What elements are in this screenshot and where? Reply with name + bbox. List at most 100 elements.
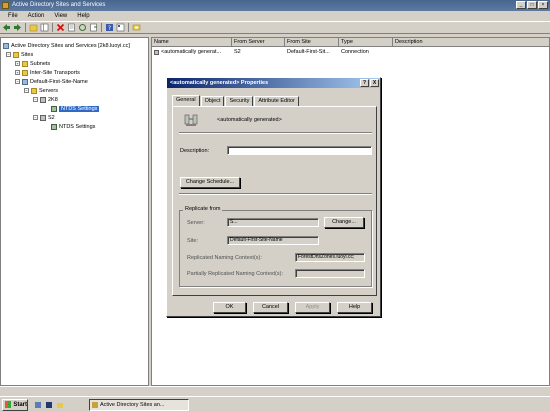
explorer-icon[interactable] [56, 401, 64, 409]
replicated-naming-context-field: ForestDnsZones.luoyi.cc; [295, 253, 365, 262]
row-type: Connection [341, 49, 369, 55]
new-connection-icon[interactable] [132, 23, 141, 32]
close-window-button[interactable]: × [538, 1, 548, 9]
tree-item-sites[interactable]: − Sites [6, 50, 33, 59]
up-folder-icon[interactable] [29, 23, 38, 32]
column-header-type[interactable]: Type [339, 38, 393, 47]
app-icon [2, 2, 9, 9]
site-icon [22, 78, 28, 85]
tree-item-ntds-settings-2k8[interactable]: NTDS Settings [51, 104, 100, 113]
apply-button[interactable]: Apply [295, 302, 330, 313]
minimize-button[interactable]: _ [516, 1, 526, 9]
tree-item-inter-site-transports[interactable]: + Inter-Site Transports [15, 68, 80, 77]
show-tree-icon[interactable] [40, 23, 49, 32]
toolbar-separator [25, 23, 26, 32]
app-icon [92, 402, 98, 408]
tab-security[interactable]: Security [225, 96, 254, 106]
collapse-icon[interactable]: − [24, 88, 29, 93]
refresh-icon[interactable] [78, 23, 87, 32]
powershell-icon[interactable] [45, 401, 53, 409]
row-from-server: S2 [234, 49, 241, 55]
tree-item-server-2k8[interactable]: − 2K8 [33, 95, 58, 104]
export-list-icon[interactable] [89, 23, 98, 32]
tree-root-label: Active Directory Sites and Services [2k8… [11, 42, 130, 49]
connection-object-icon [184, 114, 198, 126]
row-description [395, 48, 545, 56]
menu-file[interactable]: File [3, 13, 23, 19]
tree-item-label: NTDS Settings [59, 123, 96, 130]
maximize-button[interactable]: □ [527, 1, 537, 9]
view-icon[interactable] [116, 23, 125, 32]
tree-item-label: 2K8 [48, 96, 58, 103]
tab-general[interactable]: General [172, 95, 200, 106]
taskbar-item-label: Active Directory Sites an... [100, 402, 165, 408]
server-manager-icon[interactable] [34, 401, 42, 409]
folder-icon [31, 87, 37, 94]
menu-view[interactable]: View [49, 13, 72, 19]
svg-text:?: ? [108, 25, 111, 32]
site-field: Default-First-Site-Name [227, 236, 319, 245]
collapse-icon[interactable]: − [33, 97, 38, 102]
expand-icon[interactable]: + [15, 61, 20, 66]
tree-item-servers[interactable]: − Servers [24, 86, 58, 95]
tree-item-server-s2[interactable]: − S2 [33, 113, 55, 122]
tree-item-subnets[interactable]: + Subnets [15, 59, 50, 68]
column-header-from-server[interactable]: From Server [232, 38, 285, 47]
menu-bar: File Action View Help [0, 11, 550, 21]
taskbar-item-ad-sites[interactable]: Active Directory Sites an... [89, 399, 189, 411]
change-schedule-button[interactable]: Change Schedule... [180, 177, 240, 188]
collapse-icon[interactable]: − [33, 115, 38, 120]
collapse-icon[interactable]: − [6, 52, 11, 57]
change-server-button[interactable]: Change... [324, 217, 364, 228]
ntds-settings-icon [51, 123, 57, 130]
toolbar-separator [128, 23, 129, 32]
column-header-name[interactable]: Name [152, 38, 232, 47]
description-input[interactable] [227, 146, 372, 155]
menu-help[interactable]: Help [72, 13, 94, 19]
ok-button[interactable]: OK [213, 302, 246, 313]
collapse-icon[interactable]: − [15, 79, 20, 84]
tree-item-label: NTDS Settings [59, 105, 100, 112]
tree-item-default-site[interactable]: − Default-First-Site-Name [15, 77, 88, 86]
object-name: <automatically generated> [217, 117, 282, 123]
toolbar-separator [101, 23, 102, 32]
delete-icon[interactable] [56, 23, 65, 32]
server-icon [40, 114, 46, 121]
dialog-help-button[interactable]: ? [360, 79, 369, 87]
toolbar-separator [52, 23, 53, 32]
back-arrow-icon[interactable] [2, 23, 11, 32]
properties-icon[interactable] [67, 23, 76, 32]
dialog-close-button[interactable]: X [370, 79, 379, 87]
tab-attribute-editor[interactable]: Attribute Editor [254, 96, 299, 106]
column-header-from-site[interactable]: From Site [285, 38, 339, 47]
row-from-site: Default-First-Sit... [287, 49, 330, 55]
cancel-button[interactable]: Cancel [253, 302, 288, 313]
table-row[interactable]: <automatically generat... [154, 48, 232, 56]
start-button[interactable]: Start [2, 398, 28, 411]
tree-item-label: Inter-Site Transports [30, 69, 80, 76]
tree-pane[interactable]: Active Directory Sites and Services [2k8… [0, 37, 149, 386]
folder-icon [22, 60, 28, 67]
tree-item-label: S2 [48, 114, 55, 121]
tree-item-label: Default-First-Site-Name [30, 78, 88, 85]
menu-action[interactable]: Action [23, 13, 50, 19]
column-header-description[interactable]: Description [393, 38, 549, 47]
replicate-from-label: Replicate from [183, 206, 223, 212]
server-field: S... [227, 218, 319, 227]
server-label: Server: [187, 220, 205, 226]
forward-arrow-icon[interactable] [13, 23, 22, 32]
row-name: <automatically generat... [161, 49, 222, 55]
help-button[interactable]: Help [337, 302, 372, 313]
toolbar: ? [0, 21, 550, 34]
help-icon[interactable]: ? [105, 23, 114, 32]
expand-icon[interactable]: + [15, 70, 20, 75]
status-bar [0, 386, 550, 395]
tree-item-ntds-settings-s2[interactable]: NTDS Settings [51, 122, 95, 131]
taskbar: Start Active Directory Sites an... [0, 396, 550, 412]
tab-object[interactable]: Object [200, 96, 225, 106]
replicated-naming-context-label: Replicated Naming Context(s): [187, 255, 262, 261]
description-label: Description: [180, 148, 210, 154]
tree-root[interactable]: Active Directory Sites and Services [2k8… [3, 41, 130, 50]
tab-strip: General Object Security Attribute Editor [172, 95, 300, 106]
windows-logo-icon [5, 401, 12, 408]
